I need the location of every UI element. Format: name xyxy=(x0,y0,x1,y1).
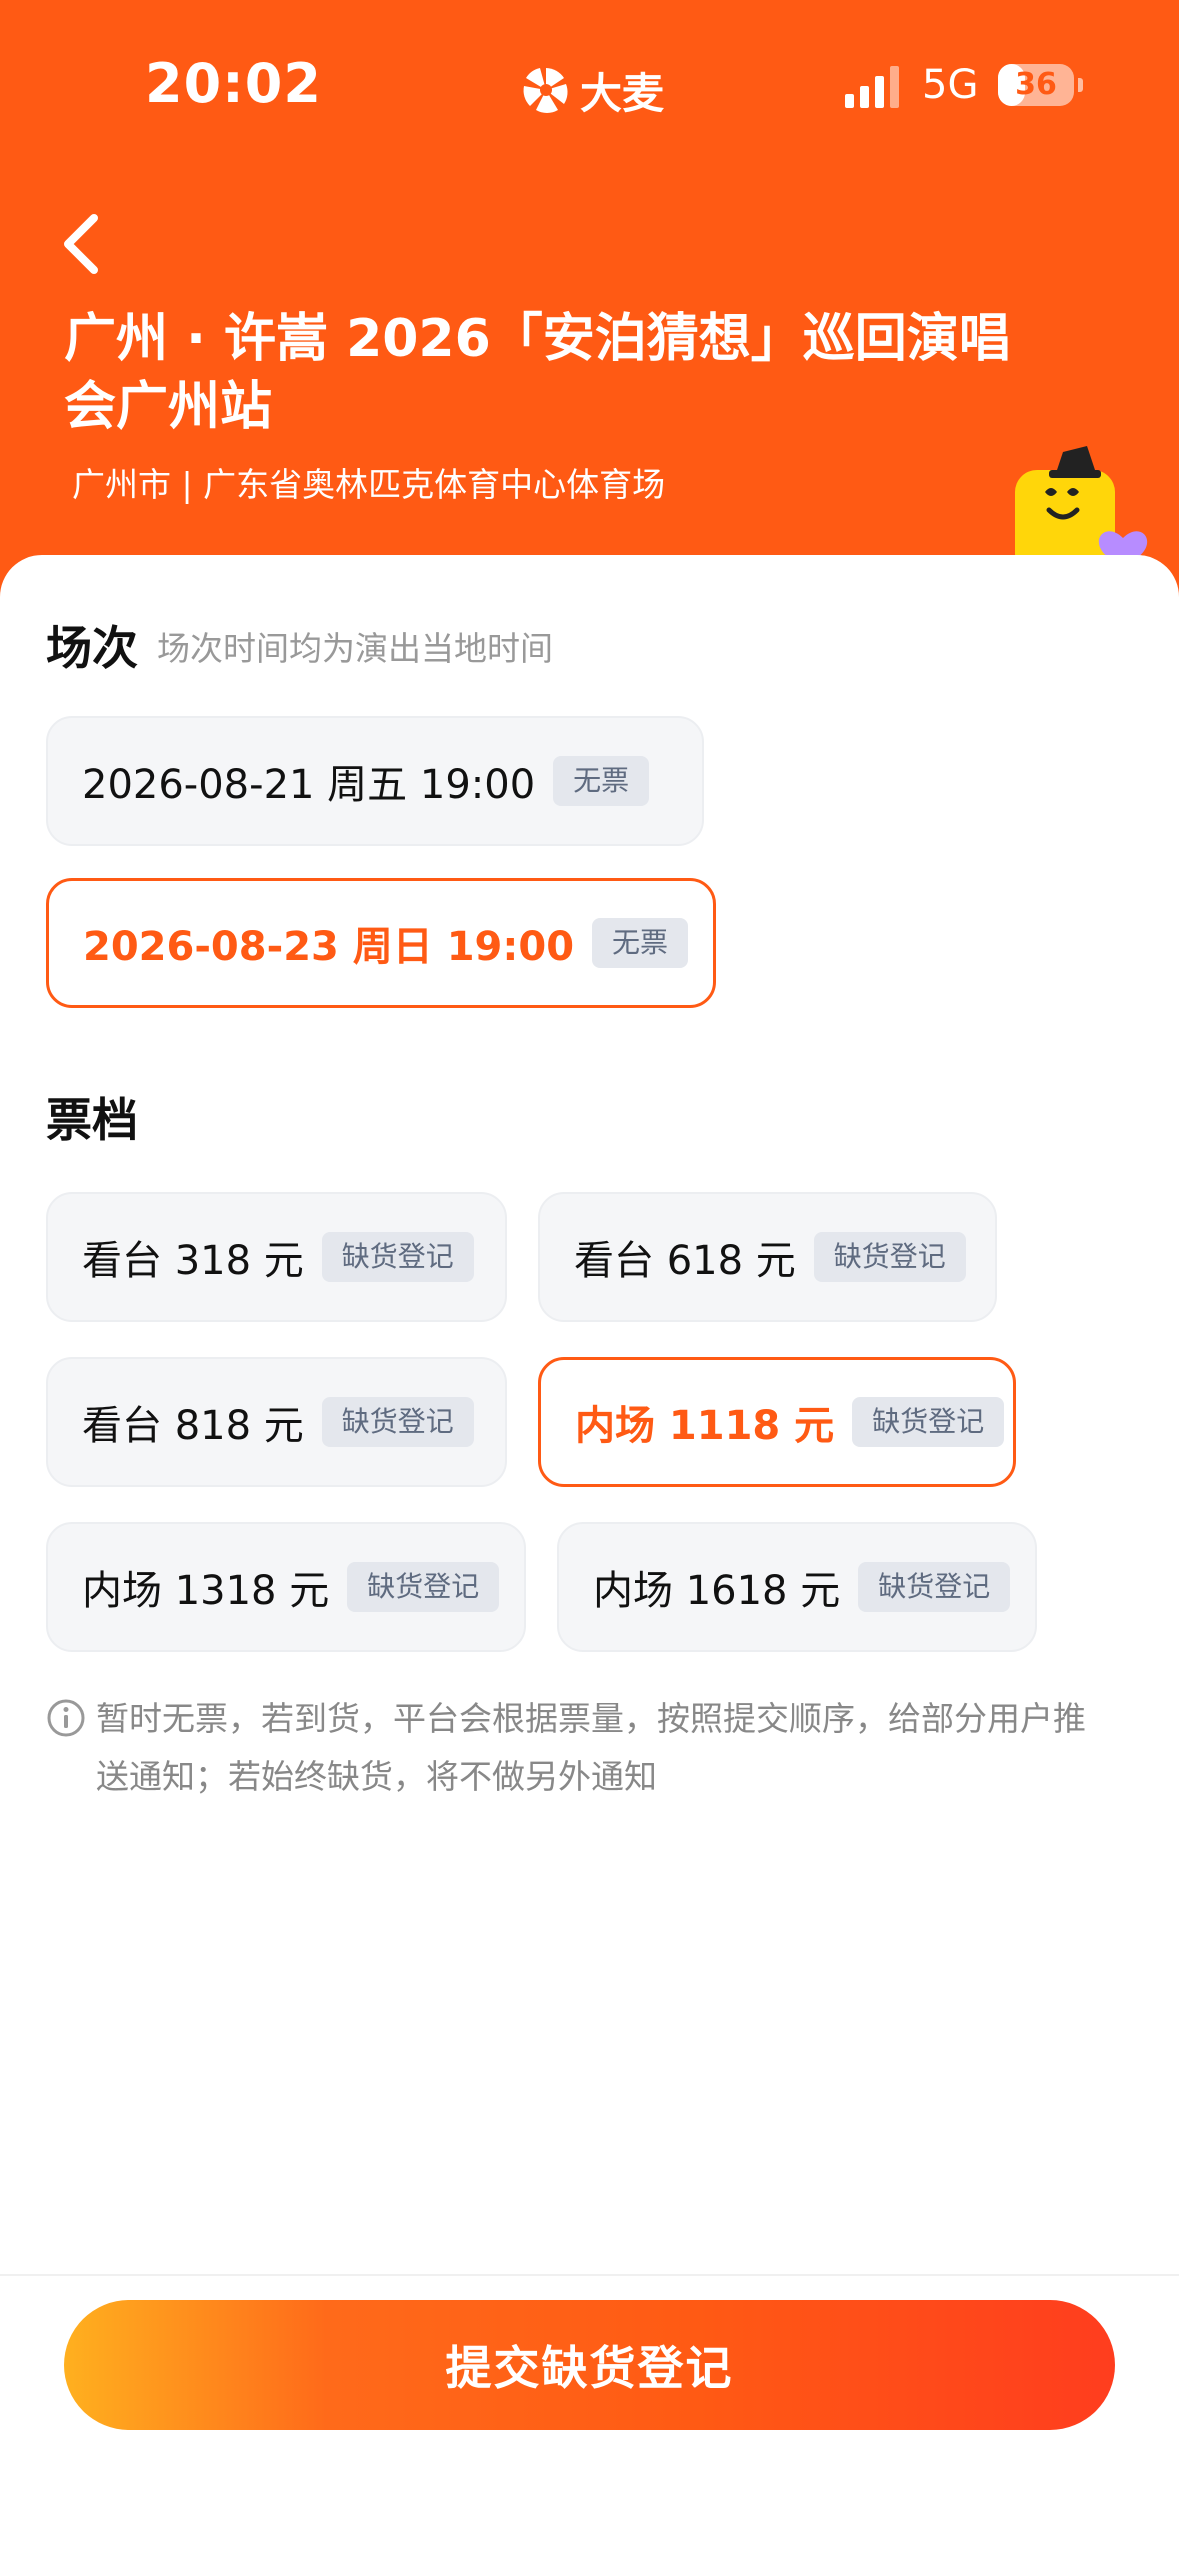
session-label: 2026-08-21 周五 19:00 xyxy=(82,762,536,808)
status-badge: 缺货登记 xyxy=(813,1232,966,1282)
brand-name: 大麦 xyxy=(580,68,665,118)
ticket-label: 看台 818 元 xyxy=(82,1403,304,1449)
info-icon xyxy=(47,1699,85,1737)
back-button[interactable] xyxy=(56,212,106,276)
brand: 大麦 xyxy=(520,62,664,118)
section-title-tickets: 票档 xyxy=(46,1093,138,1147)
battery-level: 36 xyxy=(1015,67,1057,102)
footer-divider xyxy=(0,2274,1179,2276)
ticket-label: 内场 1318 元 xyxy=(82,1568,330,1614)
status-badge: 无票 xyxy=(553,756,650,806)
status-badge: 缺货登记 xyxy=(852,1397,1005,1447)
venue-text: 广州市 | 广东省奥林匹克体育中心体育场 xyxy=(72,465,666,504)
network-type: 5G xyxy=(922,62,979,108)
battery-cap xyxy=(1078,78,1083,92)
page: 20:02 大麦 5G 36 广州 · 许嵩 2026「安泊猜想」巡回演唱会广州… xyxy=(0,0,1179,2556)
ticket-label: 内场 1118 元 xyxy=(575,1403,835,1449)
header: 20:02 大麦 5G 36 广州 · 许嵩 2026「安泊猜想」巡回演唱会广州… xyxy=(0,0,1179,640)
status-badge: 缺货登记 xyxy=(347,1562,500,1612)
notice-text: 暂时无票，若到货，平台会根据票量，按照提交顺序，给部分用户推送通知；若始终缺货，… xyxy=(96,1699,1086,1796)
status-badge: 缺货登记 xyxy=(321,1232,474,1282)
signal-icon xyxy=(845,66,899,108)
submit-waitlist-button[interactable]: 提交缺货登记 xyxy=(64,2300,1115,2430)
page-title: 广州 · 许嵩 2026「安泊猜想」巡回演唱会广州站 xyxy=(64,309,1011,437)
ticket-option[interactable]: 内场 1318 元 缺货登记 xyxy=(46,1522,526,1652)
session-label: 2026-08-23 周日 19:00 xyxy=(83,924,575,970)
status-badge: 缺货登记 xyxy=(858,1562,1011,1612)
ticket-option-selected[interactable]: 内场 1118 元 缺货登记 xyxy=(538,1357,1016,1487)
section-subtitle-sessions: 场次时间均为演出当地时间 xyxy=(157,629,553,668)
status-bar: 20:02 大麦 5G 36 xyxy=(0,0,1179,180)
section-title-sessions: 场次 xyxy=(46,621,138,675)
status-badge: 无票 xyxy=(592,918,689,968)
ticket-label: 看台 618 元 xyxy=(574,1238,796,1284)
status-time: 20:02 xyxy=(145,52,322,115)
ticket-label: 看台 318 元 xyxy=(82,1238,304,1284)
ticket-label: 内场 1618 元 xyxy=(593,1568,841,1614)
ticket-option[interactable]: 看台 618 元 缺货登记 xyxy=(538,1192,997,1322)
battery-icon: 36 xyxy=(998,64,1074,106)
ticket-option[interactable]: 看台 818 元 缺货登记 xyxy=(46,1357,507,1487)
ticket-option[interactable]: 看台 318 元 缺货登记 xyxy=(46,1192,507,1322)
status-badge: 缺货登记 xyxy=(321,1397,474,1447)
ticket-option[interactable]: 内场 1618 元 缺货登记 xyxy=(557,1522,1037,1652)
mascot-icon xyxy=(1015,446,1148,570)
session-option-selected[interactable]: 2026-08-23 周日 19:00 无票 xyxy=(46,878,716,1008)
damai-logo-icon xyxy=(523,68,568,113)
session-option[interactable]: 2026-08-21 周五 19:00 无票 xyxy=(46,716,704,846)
